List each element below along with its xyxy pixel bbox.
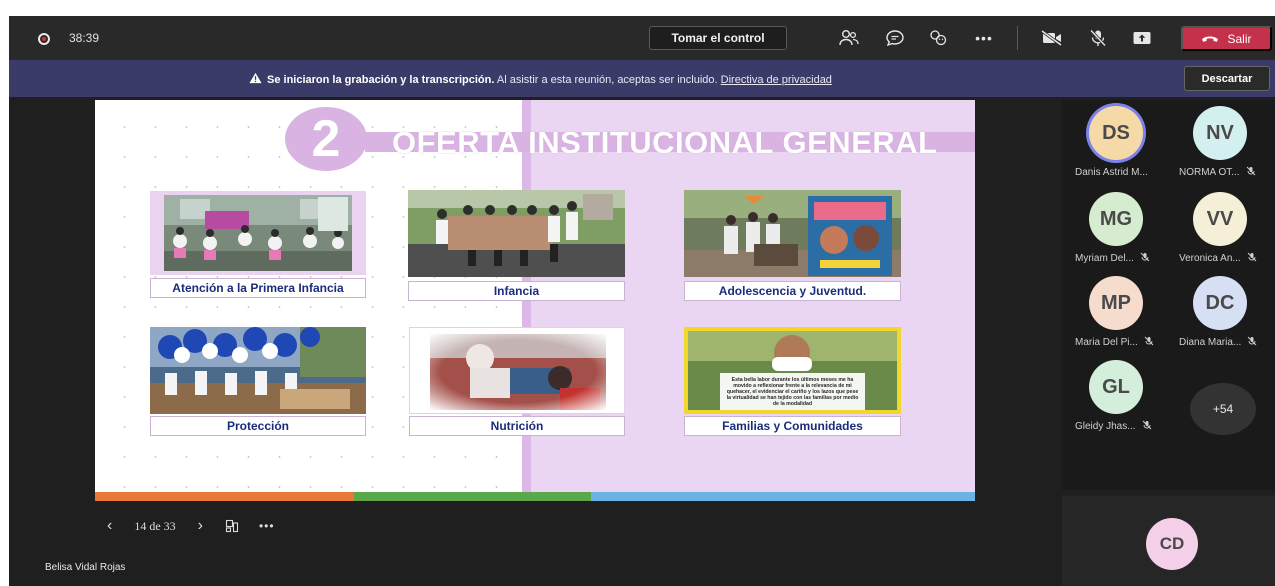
muted-microphone-icon xyxy=(1142,420,1152,433)
meeting-toolbar: 38:39 Tomar el control ••• Salir xyxy=(9,16,1275,60)
photo-nutricion xyxy=(409,327,625,414)
more-participants-button[interactable]: +54 xyxy=(1190,383,1256,435)
next-slide-icon[interactable]: › xyxy=(198,517,203,535)
slide-more-options-icon[interactable]: ••• xyxy=(259,519,275,533)
section-number: 2 xyxy=(285,107,367,171)
card-label-adolescencia: Adolescencia y Juventud. xyxy=(684,281,901,301)
banner-text: Al asistir a esta reunión, aceptas ser i… xyxy=(494,74,721,86)
participant-tile[interactable]: VV Veronica An... xyxy=(1166,186,1270,268)
participants-icon[interactable] xyxy=(838,27,860,49)
shared-presentation-slide: 2 OFERTA INSTITUCIONAL GENERAL Atención … xyxy=(95,100,975,501)
card-label-primera-infancia: Atención a la Primera Infancia xyxy=(150,278,366,298)
bottom-bar-green xyxy=(354,492,591,501)
muted-microphone-icon xyxy=(1247,252,1257,265)
participant-avatar: MG xyxy=(1089,192,1143,246)
participant-tile[interactable]: MP Maria Del Pi... xyxy=(1062,270,1166,352)
meeting-timer: 38:39 xyxy=(69,31,100,45)
leave-button[interactable]: Salir xyxy=(1181,26,1272,51)
bottom-bar-blue xyxy=(591,492,975,501)
participants-gallery: DS Danis Astrid M... NV NORMA OT... MG Myriam… xyxy=(1062,100,1275,490)
participant-avatar: DS xyxy=(1089,106,1143,160)
muted-microphone-icon xyxy=(1140,252,1150,265)
slide-navigation: ‹ 14 de 33 › ••• xyxy=(107,514,275,538)
participant-tile[interactable]: NV NORMA OT... xyxy=(1166,100,1270,182)
participant-name: Diana Maria... xyxy=(1179,337,1242,348)
photo-familias: Esta bella labor durante los últimos mes… xyxy=(684,327,901,414)
card-label-proteccion: Protección xyxy=(150,416,366,436)
slide-counter: 14 de 33 xyxy=(134,518,176,533)
slide-bottom-bar xyxy=(95,492,975,501)
photo-adolescencia xyxy=(684,190,901,277)
participant-tile[interactable]: DC Diana Maria... xyxy=(1166,270,1270,352)
dismiss-button[interactable]: Descartar xyxy=(1184,66,1270,91)
recording-banner: Se iniciaron la grabación y la transcrip… xyxy=(9,60,1275,97)
recording-icon xyxy=(38,33,50,45)
privacy-policy-link[interactable]: Directiva de privacidad xyxy=(721,74,832,86)
participant-name: Myriam Del... xyxy=(1075,253,1134,264)
participant-name: Gleidy Jhas... xyxy=(1075,421,1136,432)
photo-primera-infancia xyxy=(150,191,366,275)
muted-microphone-icon xyxy=(1144,336,1154,349)
participant-name: Danis Astrid M... xyxy=(1075,167,1148,178)
photo-proteccion xyxy=(150,327,366,414)
participant-tile[interactable]: GL Gleidy Jhas... xyxy=(1062,354,1166,436)
self-video-tile: CD xyxy=(1062,496,1275,586)
participant-tile[interactable]: MG Myriam Del... xyxy=(1062,186,1166,268)
banner-bold-text: Se iniciaron la grabación y la transcrip… xyxy=(267,74,495,86)
card-label-familias: Familias y Comunidades xyxy=(684,416,901,436)
participant-avatar: DC xyxy=(1193,276,1247,330)
participant-avatar: VV xyxy=(1193,192,1247,246)
warning-icon xyxy=(249,72,262,84)
participant-tile[interactable]: DS Danis Astrid M... xyxy=(1062,100,1166,182)
participant-avatar: GL xyxy=(1089,360,1143,414)
hang-up-icon xyxy=(1202,36,1219,42)
card-label-nutricion: Nutrición xyxy=(409,416,625,436)
slide-grid-icon[interactable] xyxy=(225,519,239,533)
muted-microphone-icon xyxy=(1246,166,1256,179)
participant-name: NORMA OT... xyxy=(1179,167,1240,178)
previous-slide-icon[interactable]: ‹ xyxy=(107,517,112,535)
slide-title: OFERTA INSTITUCIONAL GENERAL xyxy=(392,125,938,160)
microphone-off-icon[interactable] xyxy=(1087,27,1109,49)
take-control-button[interactable]: Tomar el control xyxy=(649,26,787,50)
more-options-icon[interactable]: ••• xyxy=(973,27,995,49)
camera-off-icon[interactable] xyxy=(1041,27,1063,49)
photo-caption: Esta bella labor durante los últimos mes… xyxy=(726,377,859,407)
participant-name: Maria Del Pi... xyxy=(1075,337,1138,348)
presenter-name: Belisa Vidal Rojas xyxy=(45,562,126,573)
participant-avatar: MP xyxy=(1089,276,1143,330)
leave-label: Salir xyxy=(1227,31,1252,46)
banner-message: Se iniciaron la grabación y la transcrip… xyxy=(249,72,832,86)
card-label-infancia: Infancia xyxy=(408,281,625,301)
toolbar-divider xyxy=(1017,26,1018,50)
share-screen-icon[interactable] xyxy=(1131,27,1153,49)
bottom-bar-orange xyxy=(95,492,354,501)
photo-infancia xyxy=(408,190,625,277)
participant-avatar: NV xyxy=(1193,106,1247,160)
reactions-icon[interactable] xyxy=(927,27,949,49)
self-avatar: CD xyxy=(1146,518,1198,570)
muted-microphone-icon xyxy=(1247,336,1257,349)
teams-meeting-window: 38:39 Tomar el control ••• Salir Se inic… xyxy=(9,16,1275,586)
participant-name: Veronica An... xyxy=(1179,253,1241,264)
chat-icon[interactable] xyxy=(884,27,906,49)
